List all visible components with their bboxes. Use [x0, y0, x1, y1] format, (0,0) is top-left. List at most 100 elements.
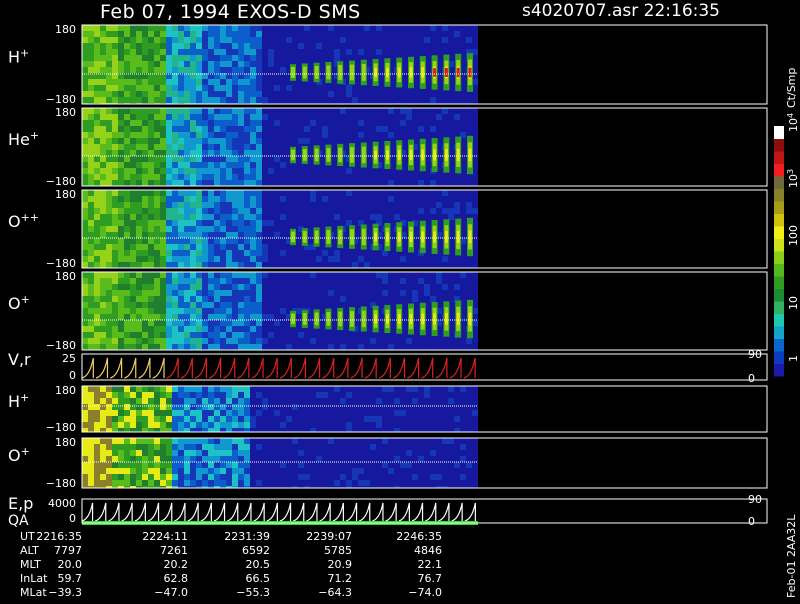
heatmap-cell: [280, 238, 286, 244]
heatmap-cell: [406, 120, 412, 126]
heatmap-cell: [286, 49, 292, 55]
heatmap-cell: [178, 262, 184, 268]
heatmap-cell: [352, 37, 358, 43]
heatmap-cell: [130, 174, 136, 180]
heatmap-cell: [160, 202, 166, 208]
heatmap-cell: [316, 416, 322, 422]
heatmap-cell: [166, 25, 172, 31]
heatmap-cell: [448, 474, 454, 480]
heatmap-cell: [190, 61, 196, 67]
heatmap-cell: [268, 308, 274, 314]
burst-peak: [457, 149, 460, 161]
heatmap-cell: [184, 290, 190, 296]
heatmap-cell: [184, 31, 190, 37]
heatmap-cell: [244, 79, 250, 85]
heatmap-cell: [382, 97, 388, 103]
heatmap-cell: [472, 43, 478, 49]
heatmap-cell: [238, 238, 244, 244]
heatmap-cell: [94, 326, 100, 332]
heatmap-cell: [454, 174, 460, 180]
heatmap-cell: [118, 43, 124, 49]
heatmap-cell: [208, 462, 214, 468]
heatmap-cell: [130, 61, 136, 67]
heatmap-cell: [460, 114, 466, 120]
heatmap-cell: [322, 120, 328, 126]
heatmap-cell: [442, 462, 448, 468]
heatmap-cell: [160, 132, 166, 138]
heatmap-cell: [232, 404, 238, 410]
heatmap-cell: [334, 386, 340, 392]
heatmap-cell: [118, 444, 124, 450]
heatmap-cell: [472, 456, 478, 462]
heatmap-cell: [388, 37, 394, 43]
heatmap-cell: [250, 144, 256, 150]
heatmap-cell: [172, 428, 178, 432]
heatmap-cell: [208, 296, 214, 302]
heatmap-cell: [142, 144, 148, 150]
heatmap-cell: [160, 37, 166, 43]
heatmap-cell: [226, 338, 232, 344]
heatmap-cell: [100, 302, 106, 308]
burst-peak: [457, 313, 460, 325]
heatmap-cell: [154, 444, 160, 450]
heatmap-cell: [412, 290, 418, 296]
heatmap-cell: [220, 144, 226, 150]
heatmap-cell: [112, 49, 118, 55]
heatmap-cell: [178, 196, 184, 202]
heatmap-cell: [124, 278, 130, 284]
heatmap-cell: [154, 49, 160, 55]
heatmap-cell: [424, 290, 430, 296]
heatmap-cell: [370, 344, 376, 350]
heatmap-cell: [196, 132, 202, 138]
heatmap-cell: [214, 238, 220, 244]
heatmap-cell: [394, 438, 400, 444]
heatmap-cell: [232, 256, 238, 262]
heatmap-cell: [424, 108, 430, 114]
heatmap-cell: [172, 438, 178, 444]
heatmap-cell: [244, 132, 250, 138]
heatmap-cell: [136, 114, 142, 120]
heatmap-cell: [190, 444, 196, 450]
heatmap-cell: [286, 37, 292, 43]
heatmap-cell: [232, 314, 238, 320]
heatmap-cell: [388, 272, 394, 278]
heatmap-cell: [256, 444, 262, 450]
heatmap-cell: [418, 126, 424, 132]
heatmap-cell: [124, 392, 130, 398]
heatmap-cell: [166, 174, 172, 180]
heatmap-cell: [298, 37, 304, 43]
heatmap-cell: [370, 386, 376, 392]
heatmap-cell: [82, 208, 88, 214]
heatmap-cell: [400, 174, 406, 180]
heatmap-cell: [220, 386, 226, 392]
heatmap-cell: [292, 132, 298, 138]
heatmap-cell: [352, 392, 358, 398]
heatmap-cell: [274, 438, 280, 444]
heatmap-cell: [88, 226, 94, 232]
heatmap-cell: [136, 31, 142, 37]
heatmap-cell: [310, 168, 316, 174]
heatmap-cell: [208, 338, 214, 344]
heatmap-cell: [400, 290, 406, 296]
heatmap-cell: [352, 114, 358, 120]
heatmap-cell: [82, 392, 88, 398]
burst-core: [291, 150, 295, 161]
heatmap-cell: [130, 220, 136, 226]
heatmap-cell: [352, 410, 358, 416]
heatmap-cell: [136, 180, 142, 186]
heatmap-cell: [142, 444, 148, 450]
heatmap-cell: [172, 338, 178, 344]
burst-peak: [398, 150, 401, 160]
heatmap-cell: [208, 278, 214, 284]
heatmap-cell: [130, 410, 136, 416]
heatmap-cell: [436, 180, 442, 186]
heatmap-cell: [178, 37, 184, 43]
heatmap-cell: [394, 256, 400, 262]
heatmap-cell: [418, 404, 424, 410]
heatmap-cell: [394, 97, 400, 103]
heatmap-cell: [400, 114, 406, 120]
heatmap-cell: [352, 120, 358, 126]
heatmap-cell: [178, 31, 184, 37]
heatmap-cell: [274, 386, 280, 392]
heatmap-cell: [382, 344, 388, 350]
